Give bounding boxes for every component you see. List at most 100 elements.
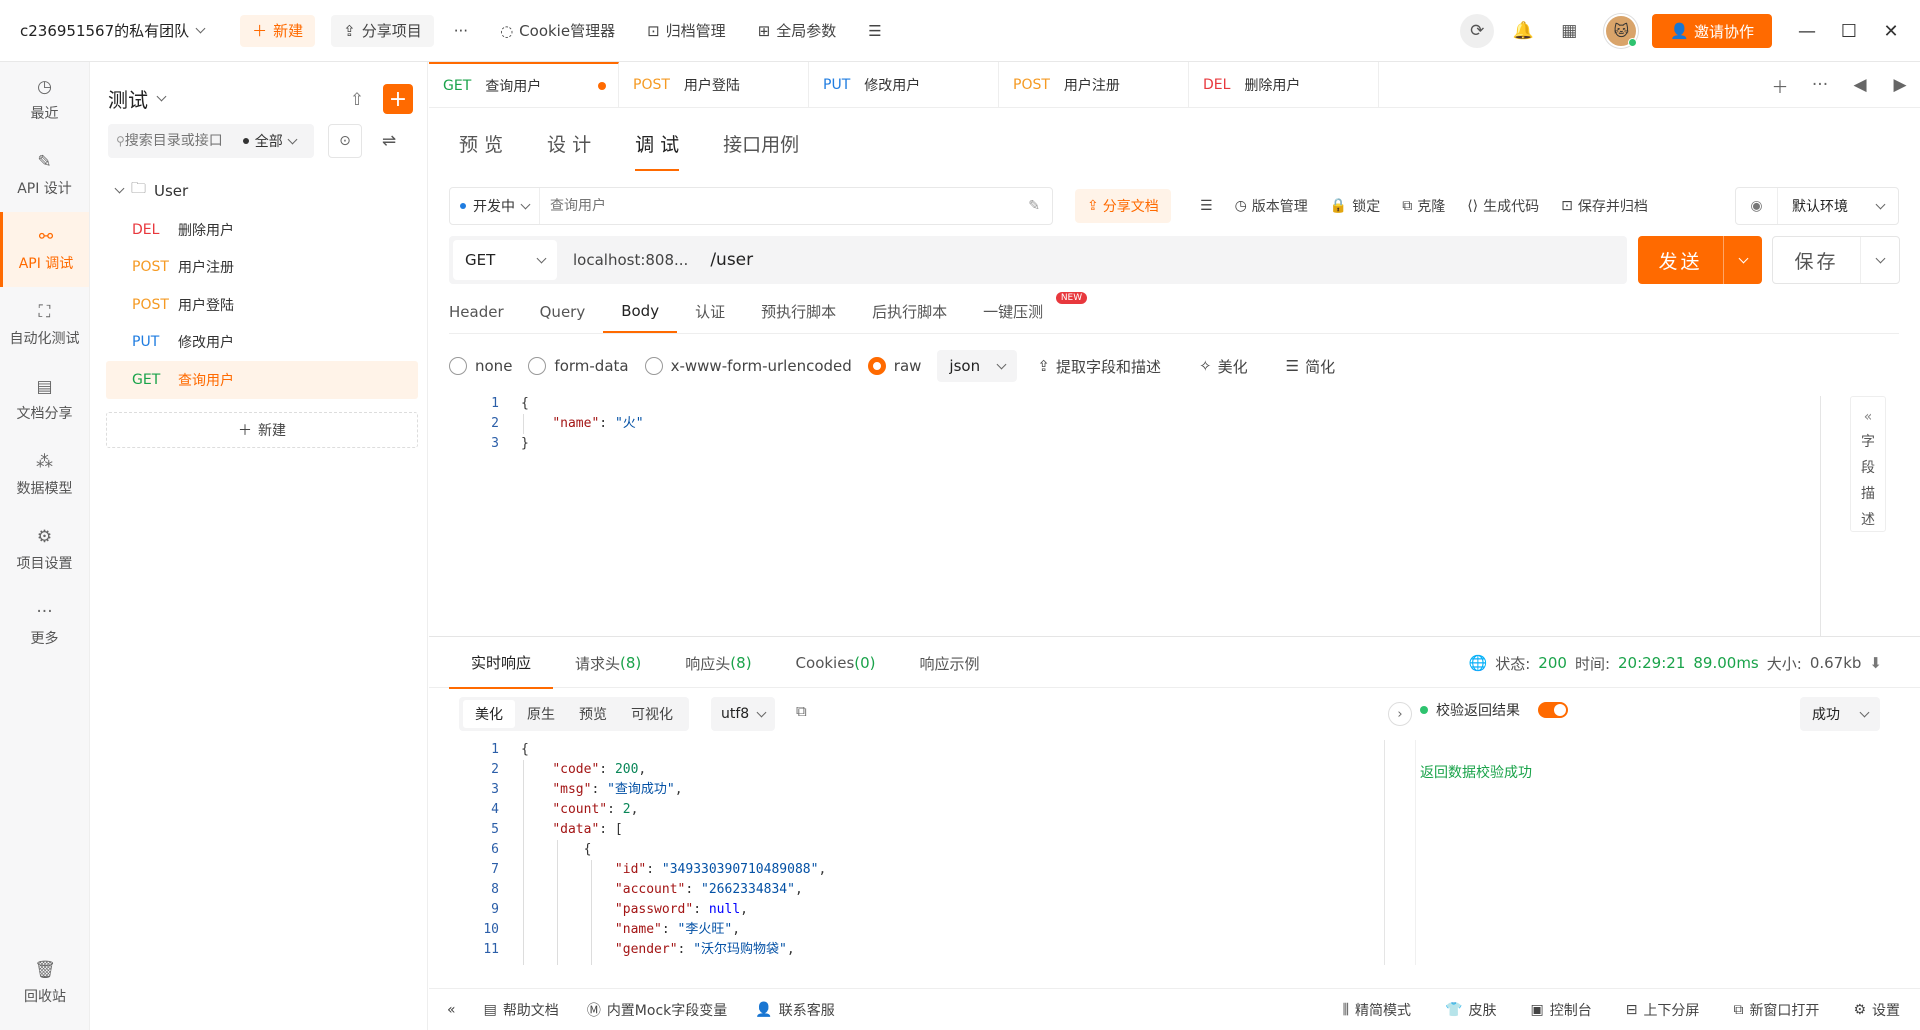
- radio-form-data[interactable]: form-data: [528, 357, 629, 375]
- new-api-button[interactable]: ＋ 新建: [106, 412, 418, 448]
- host-prefix[interactable]: localhost:808...: [573, 251, 688, 269]
- clone-button[interactable]: ⧉ 克隆: [1402, 196, 1445, 216]
- locate-icon[interactable]: ⊙: [328, 124, 362, 158]
- cookie-manager-button[interactable]: ◌ Cookie管理器: [488, 15, 627, 47]
- response-body-viewer[interactable]: 1 2 3 4 5 6 7 8 9 10 11 { "code": 200, "msg": "查询成…: [449, 740, 1379, 965]
- view-preview[interactable]: 预览: [567, 700, 619, 728]
- encoding-select[interactable]: utf8: [711, 697, 775, 731]
- list-item[interactable]: GET 查询用户: [106, 361, 418, 399]
- chevron-right-icon[interactable]: ›: [1388, 702, 1412, 726]
- project-selector[interactable]: 测试: [108, 84, 167, 113]
- save-archive-button[interactable]: ⊡ 保存并归档: [1561, 196, 1648, 216]
- view-visualize[interactable]: 可视化: [619, 700, 685, 728]
- note-icon[interactable]: ▦: [1552, 14, 1586, 48]
- skin-button[interactable]: 👕 皮肤: [1445, 1000, 1496, 1020]
- rail-item-settings[interactable]: ⚙ 项目设置: [0, 512, 89, 587]
- tab-pre-script[interactable]: 预执行脚本: [743, 290, 854, 333]
- global-params-button[interactable]: ⊞ 全局参数: [746, 15, 849, 47]
- radio-urlencoded[interactable]: x-www-form-urlencoded: [644, 357, 852, 375]
- download-icon[interactable]: ⬇: [1869, 654, 1882, 672]
- edit-desc-icon[interactable]: ✎: [1028, 198, 1040, 214]
- rail-item-more[interactable]: ··· 更多: [0, 587, 89, 662]
- avatar[interactable]: 🐱: [1604, 14, 1639, 48]
- response-scrollbar[interactable]: [1384, 740, 1385, 965]
- validate-toggle[interactable]: [1538, 702, 1568, 718]
- tab-cookies[interactable]: Cookies (0): [774, 637, 898, 689]
- simplify-button[interactable]: ☰ 简化: [1286, 356, 1335, 377]
- field-description-panel[interactable]: « 字 段 描 述: [1850, 396, 1886, 532]
- sort-icon[interactable]: ⇌: [372, 124, 406, 158]
- tab-prev-icon[interactable]: ◀: [1840, 75, 1880, 95]
- rail-item-recent[interactable]: ◷ 最近: [0, 62, 89, 137]
- rail-item-trash[interactable]: 🗑 回收站: [0, 945, 90, 1020]
- lock-button[interactable]: 🔒 锁定: [1330, 196, 1380, 216]
- tab-post-script[interactable]: 后执行脚本: [854, 290, 965, 333]
- tab-request-headers[interactable]: 请求头 (8): [553, 637, 663, 689]
- format-select[interactable]: json: [937, 350, 1018, 382]
- rail-item-automation[interactable]: ⛶ 自动化测试: [0, 287, 89, 362]
- beautify-button[interactable]: ✧ 美化: [1199, 356, 1248, 377]
- tab-header[interactable]: Header: [449, 290, 522, 333]
- tab-post-register[interactable]: POST 用户注册: [999, 62, 1189, 107]
- url-path-input[interactable]: /user: [710, 250, 753, 270]
- radio-raw[interactable]: raw: [867, 357, 921, 375]
- send-button[interactable]: 发送: [1638, 236, 1762, 284]
- compact-mode-button[interactable]: ⫼ 精简模式: [1343, 1000, 1411, 1020]
- import-icon[interactable]: ⇧: [343, 86, 371, 114]
- subtab-design[interactable]: 设 计: [547, 130, 591, 171]
- collapse-sidebar-icon[interactable]: «: [447, 1002, 456, 1018]
- view-raw[interactable]: 原生: [515, 700, 567, 728]
- send-dropdown[interactable]: [1724, 236, 1762, 284]
- help-docs-button[interactable]: ▤ 帮助文档: [484, 1000, 559, 1020]
- gen-code-button[interactable]: ⟨⟩ 生成代码: [1467, 196, 1539, 216]
- new-window-button[interactable]: ⧉ 新窗口打开: [1733, 1000, 1819, 1020]
- tab-stress-test[interactable]: 一键压测 NEW: [965, 290, 1088, 333]
- console-button[interactable]: ▣ 控制台: [1530, 1000, 1591, 1020]
- list-item[interactable]: PUT 修改用户: [106, 324, 418, 362]
- subtab-debug[interactable]: 调 试: [635, 130, 680, 171]
- tab-response-example[interactable]: 响应示例: [898, 637, 1002, 689]
- subtab-cases[interactable]: 接口用例: [723, 130, 799, 171]
- maximize-icon[interactable]: ☐: [1828, 10, 1870, 52]
- extract-fields-button[interactable]: ⇪ 提取字段和描述: [1037, 356, 1161, 377]
- archive-manager-button[interactable]: ⊡ 归档管理: [635, 15, 738, 47]
- request-body-editor[interactable]: 123 { "name": "火" }: [449, 394, 1824, 634]
- more-button[interactable]: ···: [442, 15, 480, 47]
- tab-put-update-user[interactable]: PUT 修改用户: [809, 62, 999, 107]
- result-select[interactable]: 成功: [1800, 697, 1880, 731]
- minimize-icon[interactable]: —: [1786, 10, 1828, 52]
- tab-auth[interactable]: 认证: [677, 290, 743, 333]
- version-button[interactable]: ◷ 版本管理: [1235, 196, 1308, 216]
- sync-icon[interactable]: ⟳: [1460, 14, 1495, 48]
- add-api-button[interactable]: +: [383, 84, 413, 114]
- collapse-menu-icon[interactable]: ☰: [856, 15, 893, 47]
- tab-next-icon[interactable]: ▶: [1880, 75, 1920, 95]
- tab-body[interactable]: Body: [603, 290, 678, 333]
- scope-select[interactable]: 全部: [242, 131, 298, 151]
- list-item[interactable]: POST 用户登陆: [106, 286, 418, 324]
- rail-item-api-debug[interactable]: ⚯ API 调试: [0, 212, 89, 287]
- tab-del-delete-user[interactable]: DEL 删除用户: [1189, 62, 1379, 107]
- new-button[interactable]: ＋ 新建: [240, 14, 316, 47]
- eye-icon[interactable]: ◉: [1736, 188, 1778, 224]
- team-selector[interactable]: c236951567的私有团队: [20, 20, 206, 41]
- env-selector[interactable]: ◉ 默认环境: [1735, 187, 1899, 225]
- editor-scrollbar[interactable]: [1820, 396, 1821, 636]
- tab-response-headers[interactable]: 响应头 (8): [663, 637, 773, 689]
- close-icon[interactable]: ✕: [1870, 10, 1912, 52]
- list-icon[interactable]: ☰: [1200, 198, 1213, 214]
- subtab-preview[interactable]: 预 览: [459, 130, 503, 171]
- view-pretty[interactable]: 美化: [463, 700, 515, 728]
- invite-button[interactable]: 👤 邀请协作: [1652, 14, 1772, 48]
- radio-none[interactable]: none: [449, 357, 512, 375]
- method-select[interactable]: GET: [453, 240, 557, 280]
- save-dropdown[interactable]: [1861, 237, 1899, 283]
- folder-user[interactable]: 🗀 User: [114, 178, 188, 203]
- mock-vars-button[interactable]: Ⓜ 内置Mock字段变量: [587, 1000, 727, 1020]
- save-button[interactable]: 保存: [1772, 236, 1900, 284]
- list-item[interactable]: POST 用户注册: [106, 249, 418, 287]
- request-name-input[interactable]: [540, 198, 1029, 214]
- rail-item-doc-share[interactable]: ▤ 文档分享: [0, 362, 89, 437]
- bell-icon[interactable]: 🔔: [1506, 14, 1540, 48]
- rail-item-api-design[interactable]: ✎ API 设计: [0, 137, 89, 212]
